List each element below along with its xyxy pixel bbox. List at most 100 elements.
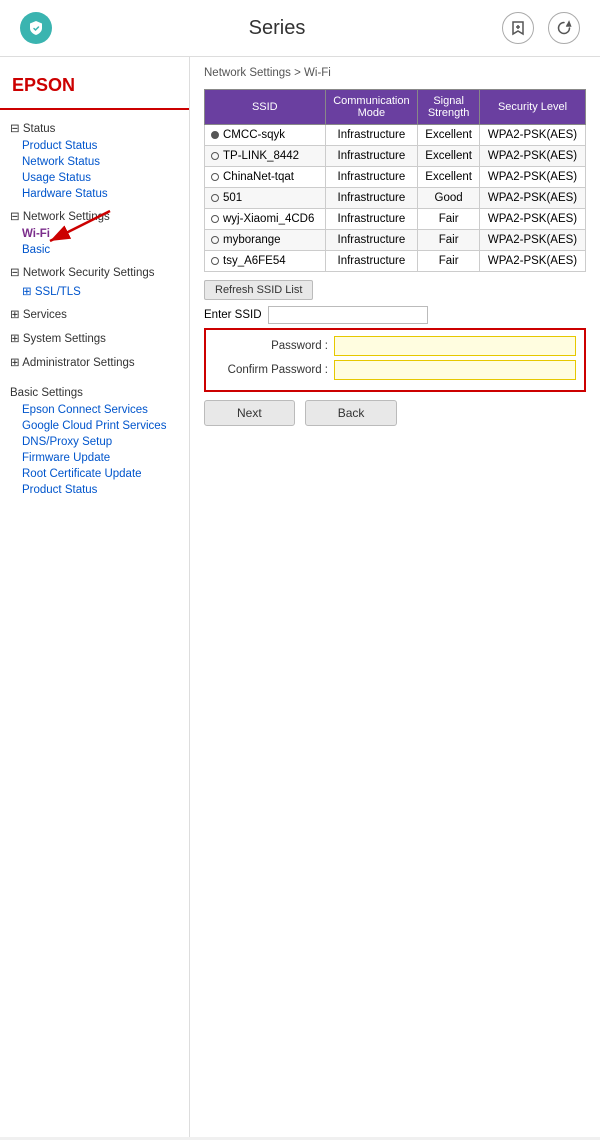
sidebar-item-usage-status[interactable]: Usage Status <box>0 170 189 186</box>
confirm-password-label: Confirm Password : <box>214 364 334 376</box>
table-row[interactable]: 501InfrastructureGoodWPA2-PSK(AES) <box>205 188 586 209</box>
basic-settings-header: Basic Settings <box>0 384 189 402</box>
table-row[interactable]: CMCC-sqykInfrastructureExcellentWPA2-PSK… <box>205 125 586 146</box>
col-header-signal: SignalStrength <box>418 90 480 125</box>
mode-cell: Infrastructure <box>325 230 418 251</box>
signal-cell: Excellent <box>418 125 480 146</box>
wifi-table: SSID CommunicationMode SignalStrength Se… <box>204 89 586 272</box>
sidebar: EPSON ⊟ Status Product Status Network St… <box>0 57 190 1137</box>
mode-cell: Infrastructure <box>325 251 418 272</box>
content-area: Network Settings > Wi-Fi SSID Communicat… <box>190 57 600 1137</box>
mode-cell: Infrastructure <box>325 125 418 146</box>
sidebar-item-product-status[interactable]: Product Status <box>0 138 189 154</box>
ssid-cell: tsy_A6FE54 <box>205 251 326 272</box>
ssid-cell: myborange <box>205 230 326 251</box>
signal-cell: Good <box>418 188 480 209</box>
table-row[interactable]: ChinaNet-tqatInfrastructureExcellentWPA2… <box>205 167 586 188</box>
enter-ssid-input[interactable] <box>268 306 428 324</box>
col-header-ssid: SSID <box>205 90 326 125</box>
status-section: ⊟ Status Product Status Network Status U… <box>0 118 189 202</box>
sidebar-item-dns-proxy[interactable]: DNS/Proxy Setup <box>0 434 189 450</box>
confirm-password-row: Confirm Password : <box>214 360 576 380</box>
page-title: Series <box>249 17 306 40</box>
col-header-mode: CommunicationMode <box>325 90 418 125</box>
network-settings-header: ⊟ Network Settings <box>0 206 189 226</box>
sidebar-item-wifi[interactable]: Wi-Fi <box>0 226 189 242</box>
refresh-icon[interactable] <box>548 12 580 44</box>
buttons-row: Next Back <box>204 400 586 426</box>
services-section: ⊞ Services <box>0 304 189 324</box>
signal-cell: Fair <box>418 209 480 230</box>
radio-button[interactable] <box>211 215 219 223</box>
confirm-password-input[interactable] <box>334 360 576 380</box>
table-row[interactable]: myborangeInfrastructureFairWPA2-PSK(AES) <box>205 230 586 251</box>
password-row: Password : <box>214 336 576 356</box>
sidebar-item-network-status[interactable]: Network Status <box>0 154 189 170</box>
status-header: ⊟ Status <box>0 118 189 138</box>
mode-cell: Infrastructure <box>325 167 418 188</box>
network-settings-section: ⊟ Network Settings Wi-Fi Basic <box>0 206 189 258</box>
next-button[interactable]: Next <box>204 400 295 426</box>
network-security-header: ⊟ Network Security Settings <box>0 262 189 282</box>
ssid-cell: 501 <box>205 188 326 209</box>
signal-cell: Excellent <box>418 146 480 167</box>
action-row: Refresh SSID List <box>204 278 586 302</box>
col-header-security: Security Level <box>480 90 586 125</box>
security-cell: WPA2-PSK(AES) <box>480 167 586 188</box>
ssid-cell: CMCC-sqyk <box>205 125 326 146</box>
admin-settings-header: ⊞ Administrator Settings <box>0 352 189 372</box>
basic-settings-section: Basic Settings Epson Connect Services Go… <box>0 384 189 498</box>
sidebar-item-google-cloud[interactable]: Google Cloud Print Services <box>0 418 189 434</box>
system-settings-section: ⊞ System Settings <box>0 328 189 348</box>
sidebar-item-basic[interactable]: Basic <box>0 242 189 258</box>
password-label: Password : <box>214 340 334 352</box>
admin-settings-section: ⊞ Administrator Settings <box>0 352 189 372</box>
enter-ssid-row: Enter SSID <box>204 306 586 324</box>
refresh-ssid-button[interactable]: Refresh SSID List <box>204 280 313 300</box>
security-cell: WPA2-PSK(AES) <box>480 230 586 251</box>
radio-button[interactable] <box>211 194 219 202</box>
bookmark-plus-icon[interactable] <box>502 12 534 44</box>
breadcrumb: Network Settings > Wi-Fi <box>204 67 586 79</box>
back-button[interactable]: Back <box>305 400 398 426</box>
table-row[interactable]: wyj-Xiaomi_4CD6InfrastructureFairWPA2-PS… <box>205 209 586 230</box>
top-bar: Series <box>0 0 600 57</box>
main-container: EPSON ⊟ Status Product Status Network St… <box>0 57 600 1137</box>
password-input[interactable] <box>334 336 576 356</box>
security-cell: WPA2-PSK(AES) <box>480 251 586 272</box>
security-cell: WPA2-PSK(AES) <box>480 188 586 209</box>
epson-logo: EPSON <box>0 67 189 110</box>
ssid-cell: wyj-Xiaomi_4CD6 <box>205 209 326 230</box>
radio-button[interactable] <box>211 257 219 265</box>
password-section: Password : Confirm Password : <box>204 328 586 392</box>
system-settings-header: ⊞ System Settings <box>0 328 189 348</box>
table-row[interactable]: TP-LINK_8442InfrastructureExcellentWPA2-… <box>205 146 586 167</box>
mode-cell: Infrastructure <box>325 209 418 230</box>
ssid-cell: ChinaNet-tqat <box>205 167 326 188</box>
sidebar-item-root-cert[interactable]: Root Certificate Update <box>0 466 189 482</box>
radio-button[interactable] <box>211 173 219 181</box>
network-security-section: ⊟ Network Security Settings ⊞ SSL/TLS <box>0 262 189 300</box>
enter-ssid-label: Enter SSID <box>204 309 262 321</box>
sidebar-item-product-status-2[interactable]: Product Status <box>0 482 189 498</box>
radio-button[interactable] <box>211 131 219 139</box>
services-header: ⊞ Services <box>0 304 189 324</box>
radio-button[interactable] <box>211 236 219 244</box>
signal-cell: Excellent <box>418 167 480 188</box>
sidebar-item-ssl-tls[interactable]: ⊞ SSL/TLS <box>0 282 189 300</box>
sidebar-item-hardware-status[interactable]: Hardware Status <box>0 186 189 202</box>
mode-cell: Infrastructure <box>325 146 418 167</box>
sidebar-item-epson-connect[interactable]: Epson Connect Services <box>0 402 189 418</box>
app-icon <box>20 12 52 44</box>
signal-cell: Fair <box>418 251 480 272</box>
ssid-cell: TP-LINK_8442 <box>205 146 326 167</box>
security-cell: WPA2-PSK(AES) <box>480 125 586 146</box>
table-row[interactable]: tsy_A6FE54InfrastructureFairWPA2-PSK(AES… <box>205 251 586 272</box>
security-cell: WPA2-PSK(AES) <box>480 209 586 230</box>
signal-cell: Fair <box>418 230 480 251</box>
mode-cell: Infrastructure <box>325 188 418 209</box>
sidebar-item-firmware-update[interactable]: Firmware Update <box>0 450 189 466</box>
radio-button[interactable] <box>211 152 219 160</box>
top-bar-actions <box>502 12 580 44</box>
security-cell: WPA2-PSK(AES) <box>480 146 586 167</box>
